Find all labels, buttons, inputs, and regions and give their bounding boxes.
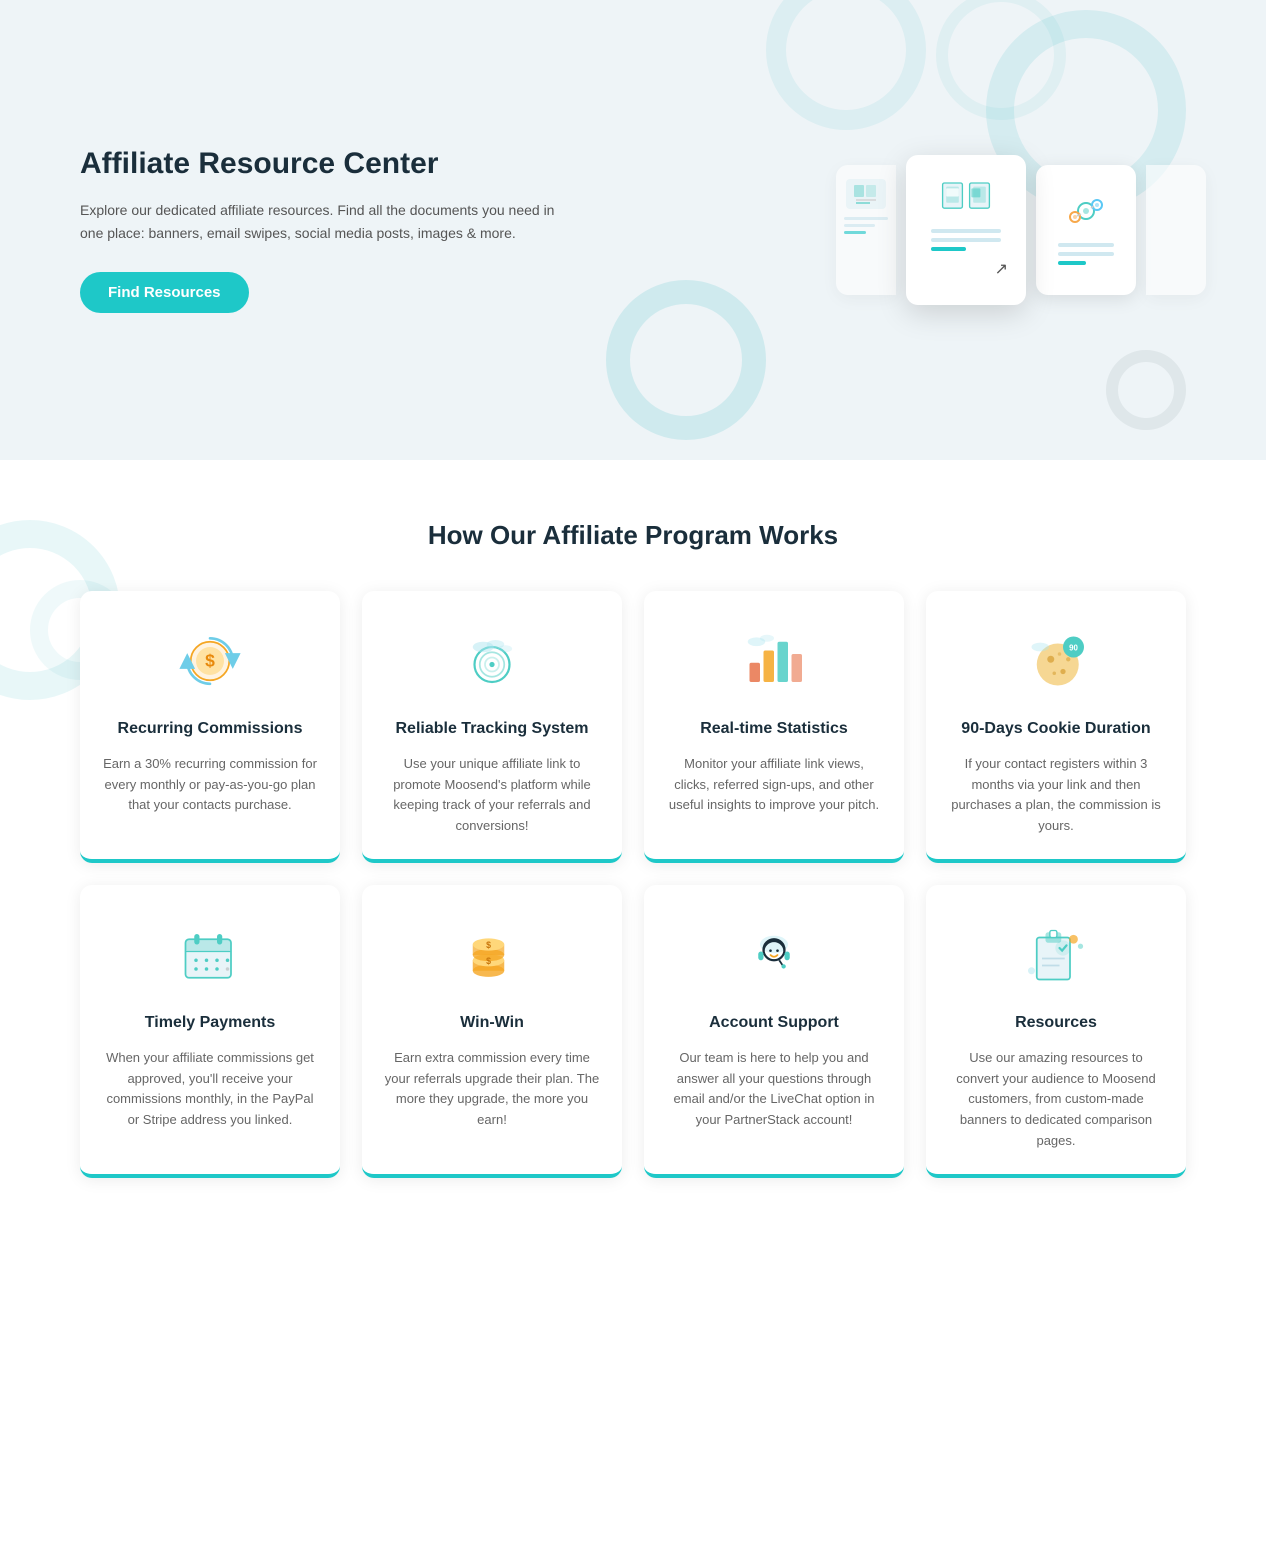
hero-card-lines-2 bbox=[1058, 243, 1114, 265]
hero-card-icon bbox=[939, 181, 993, 221]
feature-card-statistics: Real-time Statistics Monitor your affili… bbox=[644, 591, 904, 863]
support-desc: Our team is here to help you and answer … bbox=[666, 1048, 882, 1131]
section-title: How Our Affiliate Program Works bbox=[80, 520, 1186, 551]
card-line-1 bbox=[931, 229, 1001, 233]
hero-section: Affiliate Resource Center Explore our de… bbox=[0, 0, 1266, 460]
hero-card-secondary bbox=[1036, 165, 1136, 295]
features-grid-row2: Timely Payments When your affiliate comm… bbox=[80, 885, 1186, 1178]
payments-icon bbox=[170, 915, 250, 995]
svg-text:$: $ bbox=[486, 940, 491, 950]
cursor-icon: ↗ bbox=[995, 259, 1008, 279]
hero-card-lines bbox=[931, 229, 1001, 251]
recurring-title: Recurring Commissions bbox=[118, 719, 303, 740]
hero-title: Affiliate Resource Center bbox=[80, 147, 580, 181]
hero-content: Affiliate Resource Center Explore our de… bbox=[80, 147, 580, 313]
winwin-title: Win-Win bbox=[460, 1013, 524, 1034]
tracking-title: Reliable Tracking System bbox=[396, 719, 589, 740]
cookie-title: 90-Days Cookie Duration bbox=[961, 719, 1150, 740]
svg-text:$: $ bbox=[205, 650, 215, 670]
card-line-accent-2 bbox=[1058, 261, 1086, 265]
partial-card-right bbox=[1146, 165, 1206, 295]
resources-title: Resources bbox=[1015, 1013, 1097, 1034]
payments-title: Timely Payments bbox=[145, 1013, 275, 1034]
feature-card-cookie: 90 90-Days Cookie Duration If your conta… bbox=[926, 591, 1186, 863]
svg-text:90: 90 bbox=[1069, 644, 1078, 653]
features-grid-row1: $ Recurring Commissions Earn a 30% bbox=[80, 591, 1186, 863]
deco-circle-4 bbox=[606, 280, 766, 440]
hero-illustration: ↗ bbox=[836, 155, 1206, 305]
hero-description: Explore our dedicated affiliate resource… bbox=[80, 199, 580, 244]
cookie-desc: If your contact registers within 3 month… bbox=[948, 754, 1164, 837]
main-section: How Our Affiliate Program Works $ bbox=[0, 460, 1266, 1258]
feature-card-tracking: Reliable Tracking System Use your unique… bbox=[362, 591, 622, 863]
payments-desc: When your affiliate commissions get appr… bbox=[102, 1048, 318, 1131]
feature-card-winwin: $ $ Win-Win Earn extra commission every … bbox=[362, 885, 622, 1178]
hero-card-icon-2 bbox=[1059, 195, 1113, 235]
statistics-icon bbox=[734, 621, 814, 701]
statistics-desc: Monitor your affiliate link views, click… bbox=[666, 754, 882, 816]
resources-icon bbox=[1016, 915, 1096, 995]
find-resources-button[interactable]: Find Resources bbox=[80, 272, 249, 313]
support-icon bbox=[734, 915, 814, 995]
statistics-title: Real-time Statistics bbox=[700, 719, 848, 740]
feature-card-recurring: $ Recurring Commissions Earn a 30% bbox=[80, 591, 340, 863]
tracking-desc: Use your unique affiliate link to promot… bbox=[384, 754, 600, 837]
feature-card-support: Account Support Our team is here to help… bbox=[644, 885, 904, 1178]
recurring-desc: Earn a 30% recurring commission for ever… bbox=[102, 754, 318, 816]
deco-circle-1 bbox=[766, 0, 926, 130]
winwin-icon: $ $ bbox=[452, 915, 532, 995]
hero-card-main: ↗ bbox=[906, 155, 1026, 305]
tracking-icon bbox=[452, 621, 532, 701]
svg-text:$: $ bbox=[486, 956, 491, 966]
card-line-accent bbox=[931, 247, 966, 251]
feature-card-payments: Timely Payments When your affiliate comm… bbox=[80, 885, 340, 1178]
cookie-icon: 90 bbox=[1016, 621, 1096, 701]
support-title: Account Support bbox=[709, 1013, 839, 1034]
resources-desc: Use our amazing resources to convert you… bbox=[948, 1048, 1164, 1152]
feature-card-resources: Resources Use our amazing resources to c… bbox=[926, 885, 1186, 1178]
winwin-desc: Earn extra commission every time your re… bbox=[384, 1048, 600, 1131]
partial-card-left bbox=[836, 165, 896, 295]
card-line-3 bbox=[1058, 243, 1114, 247]
recurring-icon: $ bbox=[170, 621, 250, 701]
card-line-2 bbox=[931, 238, 1001, 242]
card-line-4 bbox=[1058, 252, 1114, 256]
deco-circle-5 bbox=[1106, 350, 1186, 430]
